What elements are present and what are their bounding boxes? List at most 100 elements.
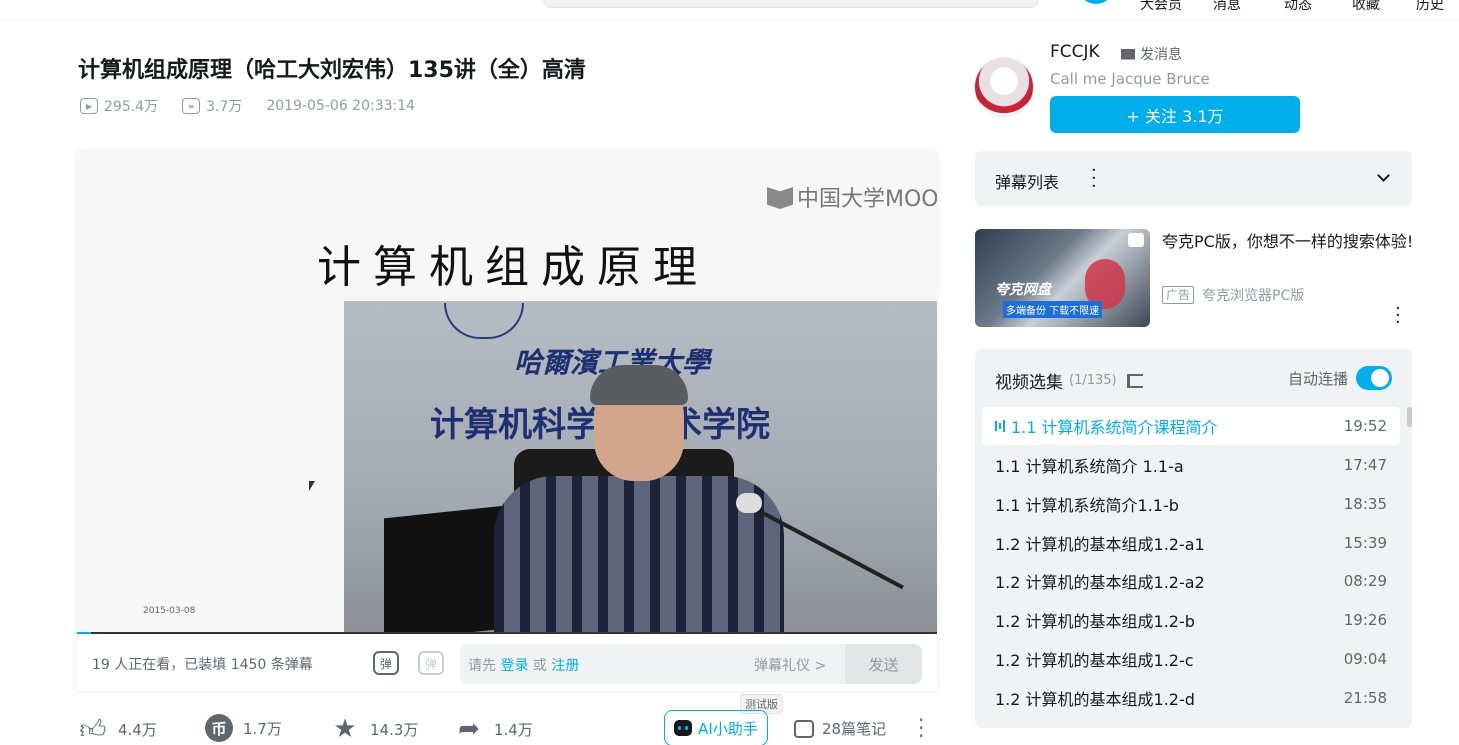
autoplay-toggle[interactable] xyxy=(1356,366,1392,390)
danmaku-toggle-icon[interactable]: 弹 xyxy=(373,651,399,675)
episode-name: 1.1 计算机系统简介 1.1-a xyxy=(995,453,1184,477)
danmaku-etiquette-link[interactable]: 弹幕礼仪 > xyxy=(754,655,826,675)
episode-item[interactable]: 1.1 计算机系统简介课程简介 19:52 xyxy=(982,407,1400,445)
top-header: 大会员 消息 动态 收藏 历史 xyxy=(0,0,1459,20)
episode-item[interactable]: 1.2 计算机的基本组成1.2-c 09:04 xyxy=(982,640,1400,678)
coin-button[interactable]: 币 1.7万 xyxy=(205,714,282,742)
episode-name: 1.2 计算机的基本组成1.2-a2 xyxy=(995,569,1205,593)
episode-duration: 18:35 xyxy=(1343,495,1387,513)
episode-item[interactable]: 1.2 计算机的基本组成1.2-a2 08:29 xyxy=(982,562,1400,600)
nav-vip[interactable]: 大会员 xyxy=(1140,0,1182,14)
lecturer-video-inset: 哈爾濱工業大學 计算机科学与技术学院 xyxy=(344,301,937,634)
date-stamp: 2015-03-08 xyxy=(143,606,196,616)
action-toolbar: 👍︎ 4.4万 币 1.7万 ★ 14.3万 ➦ 1.4万 测试版 AI小助手 … xyxy=(78,694,938,745)
nav-dynamics[interactable]: 动态 xyxy=(1284,0,1312,14)
nav-favorites[interactable]: 收藏 xyxy=(1352,0,1380,14)
star-icon: ★ xyxy=(333,714,357,744)
ad-more-icon[interactable]: · · · xyxy=(1395,300,1401,332)
like-button[interactable]: 👍︎ 4.4万 xyxy=(78,714,157,745)
send-message-label: 发消息 xyxy=(1140,47,1182,63)
episode-item[interactable]: 1.1 计算机系统简介 1.1-a 17:47 xyxy=(982,446,1400,484)
video-title: 计算机组成原理（哈工大刘宏伟）135讲（全）高清 xyxy=(78,58,586,83)
playlist-count: (1/135) xyxy=(1069,373,1117,388)
register-link[interactable]: 注册 xyxy=(551,658,579,674)
mouse-cursor-icon xyxy=(309,481,315,491)
danmaku-input[interactable]: 请先 登录 或 注册 弹幕礼仪 > 发送 xyxy=(460,644,922,684)
danmaku-settings-icon[interactable]: 弹 xyxy=(418,651,444,675)
episode-title: 1.1 计算机系统简介课程简介 xyxy=(1011,418,1218,437)
playlist-header: 视频选集 (1/135) xyxy=(995,368,1143,393)
search-input[interactable] xyxy=(543,0,1039,8)
ai-assistant-label: AI小助手 xyxy=(698,719,758,738)
episode-duration: 19:26 xyxy=(1343,611,1387,629)
episode-duration: 21:58 xyxy=(1343,689,1387,707)
login-link[interactable]: 登录 xyxy=(500,658,528,674)
episode-title: 1.1 计算机系统简介 1.1-a xyxy=(995,457,1184,476)
ad-source-name: 夸克浏览器PC版 xyxy=(1202,288,1305,304)
ad-thumbnail[interactable]: 夸克网盘 多端备份 下载不限速 xyxy=(975,229,1150,327)
ad-badge-icon xyxy=(1128,233,1144,247)
publish-time: 2019-05-06 20:33:14 xyxy=(266,98,416,114)
follow-button[interactable]: + 关注 3.1万 xyxy=(1050,96,1300,133)
episode-item[interactable]: 1.2 计算机的基本组成1.2-b 19:26 xyxy=(982,601,1400,639)
nav-messages[interactable]: 消息 xyxy=(1213,0,1241,14)
episode-name: 1.2 计算机的基本组成1.2-a1 xyxy=(995,531,1205,555)
episode-title: 1.1 计算机系统简介1.1-b xyxy=(995,496,1179,515)
episode-title: 1.2 计算机的基本组成1.2-c xyxy=(995,651,1194,670)
ad-headline[interactable]: 夸克PC版，你想不一样的搜索体验! xyxy=(1162,230,1414,253)
send-danmaku-button[interactable]: 发送 xyxy=(845,644,922,684)
ad-card[interactable]: 夸克网盘 多端备份 下载不限速 夸克PC版，你想不一样的搜索体验! 广告 夸克浏… xyxy=(975,229,1414,332)
send-message-button[interactable]: 发消息 xyxy=(1121,44,1182,64)
video-meta: ▶ 295.4万 ≡ 3.7万 2019-05-06 20:33:14 xyxy=(80,96,415,116)
mooc-book-icon xyxy=(767,187,793,209)
episode-item[interactable]: 1.1 计算机系统简介1.1-b 18:35 xyxy=(982,485,1400,523)
episode-duration: 15:39 xyxy=(1343,534,1387,552)
danmaku-list-menu-icon[interactable]: · · · xyxy=(1091,162,1097,196)
episode-item[interactable]: 1.2 计算机的基本组成1.2-a1 15:39 xyxy=(982,524,1400,562)
episode-name: 1.2 计算机的基本组成1.2-d xyxy=(995,686,1195,710)
playlist-scrollbar[interactable] xyxy=(1407,407,1412,427)
episode-title: 1.2 计算机的基本组成1.2-a2 xyxy=(995,573,1205,592)
notes-button[interactable]: 28篇笔记 xyxy=(794,718,886,739)
microphone xyxy=(736,493,762,513)
chevron-down-icon[interactable] xyxy=(1377,169,1390,182)
slide-title: 计算机组成原理 xyxy=(317,242,709,293)
danmaku-count: 3.7万 xyxy=(206,99,243,115)
share-button[interactable]: ➦ 1.4万 xyxy=(454,714,533,744)
uploader-signature: Call me Jacque Bruce xyxy=(1050,70,1210,88)
episode-title: 1.2 计算机的基本组成1.2-b xyxy=(995,612,1195,631)
robot-icon xyxy=(674,720,693,736)
danmaku-count-icon: ≡ xyxy=(182,98,201,114)
ad-thumb-brand: 夸克网盘 xyxy=(995,282,1051,298)
episode-duration: 09:04 xyxy=(1343,650,1387,668)
lecturer-hair xyxy=(590,365,688,405)
episode-duration: 17:47 xyxy=(1343,456,1387,474)
episode-item[interactable]: 1.2 计算机的基本组成1.2-d 21:58 xyxy=(982,679,1400,717)
video-player[interactable]: 中国大学MOOC 计算机组成原理 2015-03-08 哈爾濱工業大學 计算机科… xyxy=(77,151,937,691)
favorite-button[interactable]: ★ 14.3万 xyxy=(330,714,418,744)
episode-title: 1.2 计算机的基本组成1.2-d xyxy=(995,690,1195,709)
uploader-name[interactable]: FCCJK xyxy=(1050,42,1100,62)
danmaku-list-panel[interactable]: 弹幕列表 · · · xyxy=(975,151,1412,206)
ad-source: 广告 夸克浏览器PC版 xyxy=(1162,285,1304,305)
more-options-icon[interactable]: · · · xyxy=(918,710,924,745)
episode-name: 1.2 计算机的基本组成1.2-b xyxy=(995,608,1195,632)
now-playing-icon xyxy=(995,420,1005,432)
share-arrow-icon: ➦ xyxy=(458,714,480,744)
episode-duration: 08:29 xyxy=(1343,572,1387,590)
list-view-icon[interactable] xyxy=(1126,373,1143,388)
share-count: 1.4万 xyxy=(494,720,533,739)
like-count: 4.4万 xyxy=(118,720,157,739)
video-frame[interactable]: 中国大学MOOC 计算机组成原理 2015-03-08 哈爾濱工業大學 计算机科… xyxy=(77,151,937,634)
view-count: 295.4万 xyxy=(104,99,159,115)
thumbs-up-icon: 👍︎ xyxy=(79,714,107,745)
nav-history[interactable]: 历史 xyxy=(1416,0,1444,14)
autoplay-control[interactable]: 自动连播 xyxy=(1288,366,1392,390)
ad-tag: 广告 xyxy=(1162,286,1195,304)
episode-title: 1.2 计算机的基本组成1.2-a1 xyxy=(995,535,1205,554)
user-avatar[interactable] xyxy=(1078,0,1114,4)
uploader-avatar[interactable] xyxy=(974,57,1034,117)
favorite-count: 14.3万 xyxy=(370,720,419,739)
ai-assistant-button[interactable]: AI小助手 xyxy=(664,710,768,745)
episode-name: 1.1 计算机系统简介课程简介 xyxy=(995,414,1218,438)
